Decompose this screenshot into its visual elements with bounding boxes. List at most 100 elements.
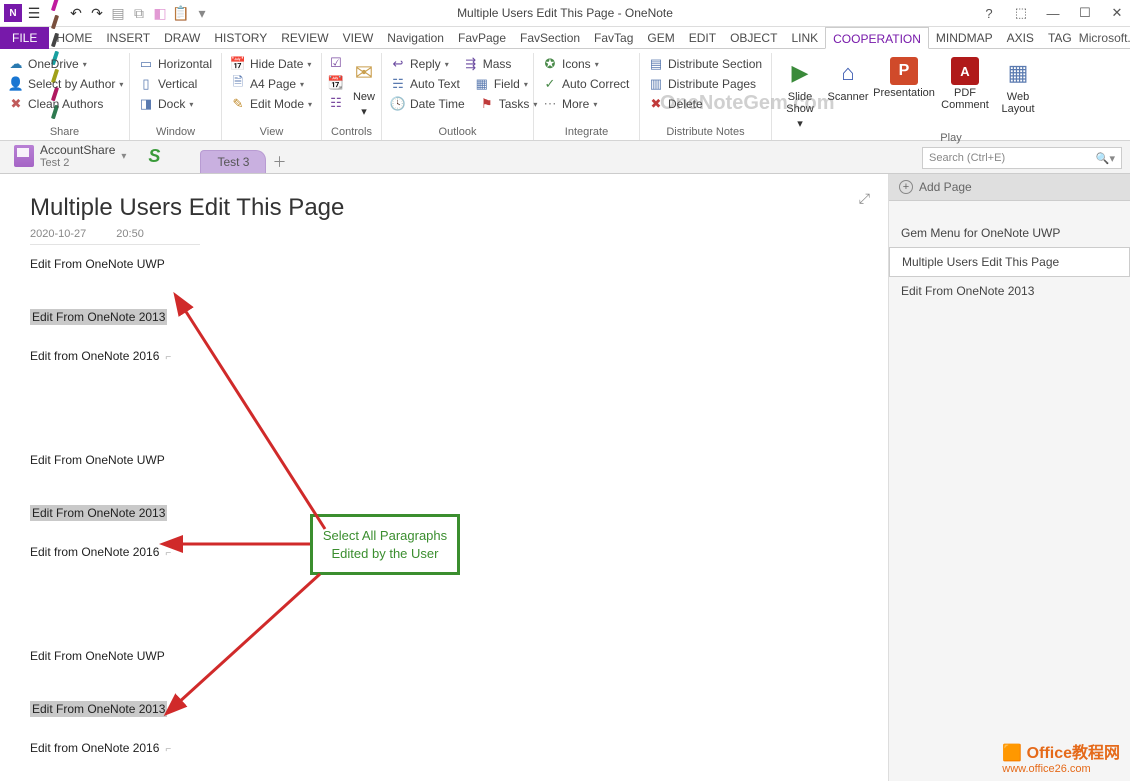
tab-object[interactable]: OBJECT bbox=[723, 27, 784, 49]
note-line[interactable]: Edit From OneNote UWP bbox=[30, 257, 165, 271]
note-line[interactable]: Edit from OneNote 2016 bbox=[30, 545, 159, 559]
tab-favpage[interactable]: FavPage bbox=[451, 27, 513, 49]
tab-edit[interactable]: EDIT bbox=[682, 27, 723, 49]
copy-icon[interactable]: ⧉ bbox=[130, 4, 148, 22]
sync-icon[interactable]: S bbox=[148, 146, 160, 167]
tab-favsection[interactable]: FavSection bbox=[513, 27, 587, 49]
pen-icon[interactable] bbox=[46, 13, 64, 31]
minimize-icon[interactable]: — bbox=[1042, 6, 1064, 21]
icons-button[interactable]: ✪Icons▾ bbox=[540, 55, 633, 73]
ribbon: ☁OneDrive▾ 👤Select by Author▾ ✖Clean Aut… bbox=[0, 49, 1130, 141]
distribute-pages-button[interactable]: ▥Distribute Pages bbox=[646, 75, 765, 93]
edit-mode-button[interactable]: ✎Edit Mode▾ bbox=[228, 95, 315, 113]
qat-dropdown-icon[interactable]: ▾ bbox=[193, 4, 211, 22]
notebook-selector[interactable]: AccountShare Test 2 ▾ bbox=[6, 140, 134, 173]
note-line[interactable]: Edit From OneNote UWP bbox=[30, 453, 165, 467]
select-by-author-button[interactable]: 👤Select by Author▾ bbox=[6, 75, 123, 93]
onenote-icon[interactable]: N bbox=[4, 4, 22, 22]
close-icon[interactable]: ✕ bbox=[1106, 5, 1128, 21]
slideshow-button[interactable]: ▶Slide Show▾ bbox=[778, 55, 822, 132]
note-line[interactable]: Edit From OneNote 2013 bbox=[30, 505, 167, 521]
distribute-section-button[interactable]: ▤Distribute Section bbox=[646, 55, 765, 73]
page-list-item[interactable]: Edit From OneNote 2013 bbox=[889, 277, 1130, 305]
clean-authors-button[interactable]: ✖Clean Authors bbox=[6, 95, 123, 113]
tab-gem[interactable]: GEM bbox=[640, 27, 681, 49]
calendar-icon: 📅 bbox=[230, 56, 246, 72]
tab-view[interactable]: VIEW bbox=[336, 27, 381, 49]
page-canvas[interactable]: ⤢ Multiple Users Edit This Page 2020-10-… bbox=[0, 174, 888, 781]
ribbon-group-play: ▶Slide Show▾ ⌂Scanner PPresentation APDF… bbox=[772, 53, 1130, 140]
page-icon[interactable]: ▤ bbox=[109, 4, 127, 22]
section-tab[interactable]: Test 3 bbox=[200, 150, 266, 173]
autotext-button[interactable]: ☵Auto Text bbox=[388, 75, 462, 93]
paste-icon[interactable]: 📋 bbox=[172, 4, 190, 22]
tab-link[interactable]: LINK bbox=[784, 27, 825, 49]
vertical-button[interactable]: ▯Vertical bbox=[136, 75, 215, 93]
ribbon-display-icon[interactable]: ⬚ bbox=[1010, 5, 1032, 21]
undo-icon[interactable]: ↶ bbox=[67, 4, 85, 22]
page-list-item[interactable]: Gem Menu for OneNote UWP bbox=[889, 219, 1130, 247]
note-line[interactable]: Edit from OneNote 2016 bbox=[30, 349, 159, 363]
account-area[interactable]: Microsoft...▾ 👤 bbox=[1079, 28, 1130, 48]
tab-cooperation[interactable]: COOPERATION bbox=[825, 27, 929, 49]
annotation-callout: Select All Paragraphs Edited by the User bbox=[310, 514, 460, 575]
window-controls: ? ⬚ — ☐ ✕ bbox=[978, 5, 1128, 21]
mass-button[interactable]: ⇶Mass bbox=[461, 55, 514, 73]
cloud-icon: ☁ bbox=[8, 56, 24, 72]
page-list-panel: + Add Page Gem Menu for OneNote UWPMulti… bbox=[888, 174, 1130, 781]
redo-icon[interactable]: ↷ bbox=[88, 4, 106, 22]
layout-icon: ▦ bbox=[1002, 57, 1034, 89]
paragraph-mark-icon: ⌐ bbox=[165, 548, 171, 559]
expand-icon[interactable]: ⤢ bbox=[859, 190, 870, 207]
page-list-item[interactable]: Multiple Users Edit This Page bbox=[889, 247, 1130, 277]
delete-button[interactable]: ✖Delete bbox=[646, 95, 765, 113]
field-button[interactable]: ▦Field▾ bbox=[472, 75, 530, 93]
icons-icon: ✪ bbox=[542, 56, 558, 72]
date-icon[interactable]: 📆 bbox=[328, 75, 344, 91]
list-icon[interactable]: ☷ bbox=[328, 95, 344, 111]
weblayout-button[interactable]: ▦Web Layout bbox=[996, 55, 1040, 132]
scanner-button[interactable]: ⌂Scanner bbox=[826, 55, 870, 132]
search-input[interactable]: Search (Ctrl+E) 🔍▾ bbox=[922, 147, 1122, 169]
tab-history[interactable]: HISTORY bbox=[207, 27, 274, 49]
eraser-icon[interactable]: ◧ bbox=[151, 4, 169, 22]
tab-review[interactable]: REVIEW bbox=[274, 27, 335, 49]
add-section-button[interactable]: ＋ bbox=[268, 151, 290, 173]
more-button[interactable]: ⋯More▾ bbox=[540, 95, 633, 113]
datetime-button[interactable]: 🕓Date Time bbox=[388, 95, 467, 113]
checkbox-icon[interactable]: ☑ bbox=[328, 55, 344, 71]
page-title[interactable]: Multiple Users Edit This Page bbox=[30, 194, 858, 222]
note-line[interactable]: Edit From OneNote 2013 bbox=[30, 309, 167, 325]
author-icon: 👤 bbox=[8, 76, 24, 92]
dock-button[interactable]: ◨Dock▾ bbox=[136, 95, 215, 113]
footer-logo: 🟧 Office教程网 www.office26.com bbox=[1002, 739, 1120, 775]
help-icon[interactable]: ? bbox=[978, 6, 1000, 21]
tab-tag[interactable]: TAG bbox=[1041, 27, 1079, 49]
pen-icon[interactable] bbox=[46, 0, 64, 13]
tasks-button[interactable]: ⚑Tasks▾ bbox=[477, 95, 540, 113]
content-area: ⤢ Multiple Users Edit This Page 2020-10-… bbox=[0, 174, 1130, 781]
hide-date-button[interactable]: 📅Hide Date▾ bbox=[228, 55, 315, 73]
new-button[interactable]: ✉ New▾ bbox=[346, 55, 382, 120]
ribbon-group-controls: ☑ 📆 ☷ ✉ New▾ Controls bbox=[322, 53, 382, 140]
autocorrect-button[interactable]: ✓Auto Correct bbox=[540, 75, 633, 93]
pen-icon[interactable] bbox=[46, 31, 64, 49]
tab-favtag[interactable]: FavTag bbox=[587, 27, 640, 49]
tab-navigation[interactable]: Navigation bbox=[380, 27, 451, 49]
horizontal-button[interactable]: ▭Horizontal bbox=[136, 55, 215, 73]
tab-axis[interactable]: AXIS bbox=[1000, 27, 1041, 49]
field-icon: ▦ bbox=[474, 76, 490, 92]
add-page-button[interactable]: + Add Page bbox=[889, 174, 1130, 201]
presentation-button[interactable]: PPresentation bbox=[874, 55, 934, 132]
note-line[interactable]: Edit From OneNote 2013 bbox=[30, 701, 167, 717]
maximize-icon[interactable]: ☐ bbox=[1074, 5, 1096, 21]
touch-mode-icon[interactable]: ☰ bbox=[25, 4, 43, 22]
tab-mindmap[interactable]: MINDMAP bbox=[929, 27, 1000, 49]
pdf-comment-button[interactable]: APDF Comment bbox=[938, 55, 992, 132]
note-line[interactable]: Edit From OneNote UWP bbox=[30, 649, 165, 663]
note-line[interactable]: Edit from OneNote 2016 bbox=[30, 741, 159, 755]
a4-page-button[interactable]: 🗎A4 Page▾ bbox=[228, 75, 315, 93]
more-icon: ⋯ bbox=[542, 96, 558, 112]
reply-button[interactable]: ↩Reply▾ bbox=[388, 55, 451, 73]
onedrive-button[interactable]: ☁OneDrive▾ bbox=[6, 55, 123, 73]
